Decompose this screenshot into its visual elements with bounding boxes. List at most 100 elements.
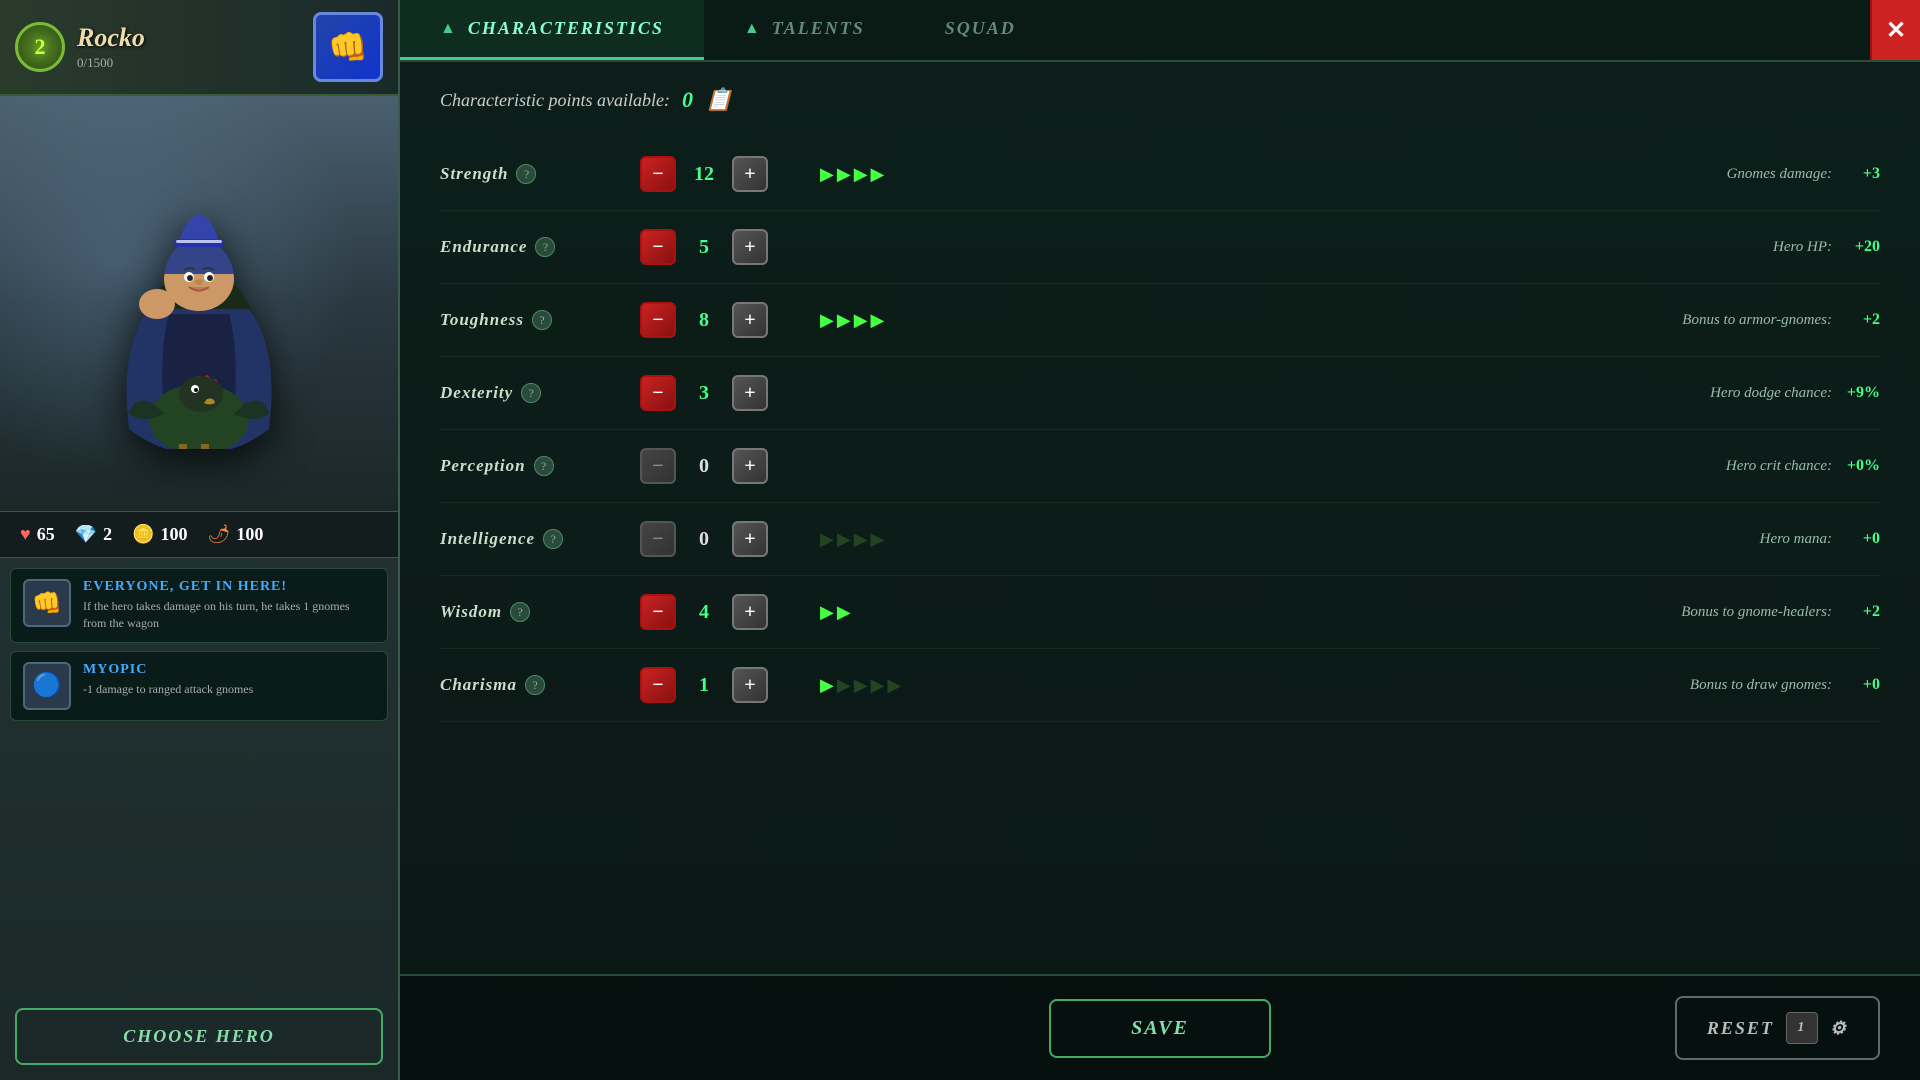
- arrow-toughness-2: ▶: [854, 310, 868, 331]
- arrow-charisma-3: ▶: [871, 675, 885, 696]
- right-panel: ▲ Characteristics ▲ Talents Squad ✕ Char…: [400, 0, 1920, 1080]
- tabs-bar: ▲ Characteristics ▲ Talents Squad ✕: [400, 0, 1920, 62]
- effect-value-strength: +3: [1840, 165, 1880, 183]
- stat-label-charisma: Charisma: [440, 675, 517, 695]
- arrow-wisdom-0: ▶: [820, 602, 834, 623]
- reset-label: Reset: [1707, 1018, 1774, 1039]
- hp-value: 65: [37, 524, 55, 545]
- hero-xp: 0/1500: [77, 55, 301, 71]
- help-button-strength[interactable]: ?: [516, 164, 536, 184]
- stat-label-endurance: Endurance: [440, 237, 527, 257]
- effect-label-intelligence: Hero mana:: [1552, 531, 1832, 548]
- minus-button-toughness[interactable]: −: [640, 302, 676, 338]
- trait-icon-myopic: 🔵: [23, 662, 71, 710]
- stat-number-charisma: 1: [684, 674, 724, 697]
- hero-name-section: Rocko 0/1500: [77, 23, 301, 71]
- plus-button-strength[interactable]: +: [732, 156, 768, 192]
- stat-controls-perception: − 0 +: [640, 448, 820, 484]
- tab-squad[interactable]: Squad: [905, 0, 1056, 60]
- stat-number-endurance: 5: [684, 236, 724, 259]
- stat-label-wisdom: Wisdom: [440, 602, 502, 622]
- close-button[interactable]: ✕: [1870, 0, 1920, 60]
- trait-card-myopic: 🔵 Myopic -1 damage to ranged attack gnom…: [10, 651, 388, 721]
- stat-blue-item: 💎 2: [75, 524, 112, 545]
- arrow-strength-0: ▶: [820, 164, 834, 185]
- arrows-section-charisma: ▶▶▶▶▶: [820, 675, 940, 696]
- hero-emblem: 👊: [313, 12, 383, 82]
- minus-button-wisdom[interactable]: −: [640, 594, 676, 630]
- help-button-charisma[interactable]: ?: [525, 675, 545, 695]
- tab-talents[interactable]: ▲ Talents: [704, 0, 905, 60]
- effect-label-dexterity: Hero dodge chance:: [1552, 385, 1832, 402]
- help-button-toughness[interactable]: ?: [532, 310, 552, 330]
- arrow-toughness-1: ▶: [837, 310, 851, 331]
- plus-button-perception[interactable]: +: [732, 448, 768, 484]
- help-button-endurance[interactable]: ?: [535, 237, 555, 257]
- traits-section: 👊 Everyone, get in here! If the hero tak…: [0, 558, 398, 993]
- stat-label-section-dexterity: Dexterity ?: [440, 383, 640, 403]
- stat-controls-intelligence: − 0 +: [640, 521, 820, 557]
- effect-value-toughness: +2: [1840, 311, 1880, 329]
- choose-hero-button[interactable]: Choose Hero: [15, 1008, 383, 1065]
- stat-label-section-perception: Perception ?: [440, 456, 640, 476]
- gold-value: 100: [161, 524, 188, 545]
- tab-characteristics-arrow: ▲: [440, 20, 458, 38]
- arrow-wisdom-1: ▶: [837, 602, 851, 623]
- arrow-intelligence-3: ▶: [871, 529, 885, 550]
- stat-label-strength: Strength: [440, 164, 508, 184]
- reset-button[interactable]: Reset 1 ⚙: [1675, 996, 1880, 1060]
- plus-button-wisdom[interactable]: +: [732, 594, 768, 630]
- plus-button-toughness[interactable]: +: [732, 302, 768, 338]
- blue-icon: 💎: [75, 524, 97, 545]
- arrow-charisma-0: ▶: [820, 675, 834, 696]
- trait-name-myopic: Myopic: [83, 662, 253, 678]
- stat-label-intelligence: Intelligence: [440, 529, 535, 549]
- bottom-bar: Save Reset 1 ⚙: [400, 974, 1920, 1080]
- stat-label-section-endurance: Endurance ?: [440, 237, 640, 257]
- stat-label-toughness: Toughness: [440, 310, 524, 330]
- trait-name-everyone-get-in-here: Everyone, get in here!: [83, 579, 375, 595]
- points-label: Characteristic points available:: [440, 90, 670, 111]
- stat-label-section-intelligence: Intelligence ?: [440, 529, 640, 549]
- minus-button-strength[interactable]: −: [640, 156, 676, 192]
- effect-label-toughness: Bonus to armor-gnomes:: [1552, 312, 1832, 329]
- tab-characteristics[interactable]: ▲ Characteristics: [400, 0, 704, 60]
- arrow-charisma-1: ▶: [837, 675, 851, 696]
- stat-row-endurance: Endurance ? − 5 + Hero HP: +20: [440, 211, 1880, 284]
- arrow-intelligence-2: ▶: [854, 529, 868, 550]
- stat-gold-item: 🪙 100: [132, 524, 187, 545]
- save-button[interactable]: Save: [1049, 999, 1271, 1058]
- plus-button-endurance[interactable]: +: [732, 229, 768, 265]
- hero-stats-bar: ♥ 65 💎 2 🪙 100 🌶 100: [0, 511, 398, 558]
- minus-button-dexterity[interactable]: −: [640, 375, 676, 411]
- trait-desc-everyone-get-in-here: If the hero takes damage on his turn, he…: [83, 598, 375, 632]
- arrow-strength-3: ▶: [871, 164, 885, 185]
- minus-button-intelligence: −: [640, 521, 676, 557]
- minus-button-endurance[interactable]: −: [640, 229, 676, 265]
- help-button-perception[interactable]: ?: [534, 456, 554, 476]
- arrows-section-intelligence: ▶▶▶▶: [820, 529, 940, 550]
- reset-count: 1: [1786, 1012, 1818, 1044]
- plus-button-charisma[interactable]: +: [732, 667, 768, 703]
- reset-icon: ⚙: [1830, 1018, 1848, 1039]
- arrow-intelligence-1: ▶: [837, 529, 851, 550]
- stat-number-strength: 12: [684, 163, 724, 186]
- plus-button-intelligence[interactable]: +: [732, 521, 768, 557]
- arrows-section-strength: ▶▶▶▶: [820, 164, 940, 185]
- help-button-intelligence[interactable]: ?: [543, 529, 563, 549]
- stat-controls-endurance: − 5 +: [640, 229, 820, 265]
- level-badge: 2: [15, 22, 65, 72]
- blue-value: 2: [103, 524, 112, 545]
- trait-card-everyone-get-in-here: 👊 Everyone, get in here! If the hero tak…: [10, 568, 388, 643]
- plus-button-dexterity[interactable]: +: [732, 375, 768, 411]
- main-content: Characteristic points available: 0 📋 Str…: [400, 62, 1920, 974]
- stat-controls-wisdom: − 4 +: [640, 594, 820, 630]
- hero-header: 2 Rocko 0/1500 👊: [0, 0, 398, 96]
- help-button-wisdom[interactable]: ?: [510, 602, 530, 622]
- hero-sprite: [89, 149, 309, 478]
- arrows-section-toughness: ▶▶▶▶: [820, 310, 940, 331]
- help-button-dexterity[interactable]: ?: [521, 383, 541, 403]
- stat-number-wisdom: 4: [684, 601, 724, 624]
- minus-button-charisma[interactable]: −: [640, 667, 676, 703]
- stat-row-wisdom: Wisdom ? − 4 + ▶▶ Bonus to gnome-healers…: [440, 576, 1880, 649]
